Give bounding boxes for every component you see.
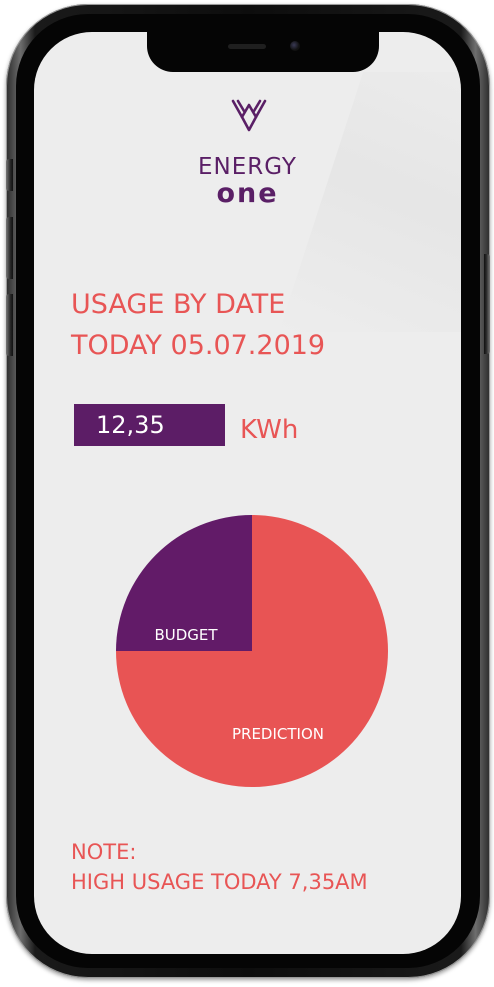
usage-date: TODAY 05.07.2019	[71, 330, 326, 361]
stage: ENERGY one USAGE BY DATE TODAY 05.07.201…	[0, 0, 494, 987]
note-label: NOTE:	[71, 840, 137, 864]
earpiece-speaker	[228, 44, 266, 49]
usage-unit-label: KWh	[240, 415, 299, 445]
notch	[147, 32, 379, 72]
energy-one-logo-icon	[231, 99, 267, 132]
pie-label-budget: BUDGET	[154, 626, 218, 644]
silent-switch	[6, 159, 13, 191]
usage-heading: USAGE BY DATE	[71, 289, 286, 320]
brand-name-bottom: one	[216, 178, 279, 209]
pie-label-prediction: PREDICTION	[232, 725, 324, 743]
volume-down-button	[6, 294, 13, 356]
power-button	[484, 254, 490, 354]
note-text: HIGH USAGE TODAY 7,35AM	[71, 870, 368, 894]
volume-up-button	[6, 217, 13, 279]
app-screen: ENERGY one USAGE BY DATE TODAY 05.07.201…	[34, 32, 461, 954]
usage-pie-chart: BUDGET PREDICTION	[116, 515, 388, 787]
brand-name-top: ENERGY	[198, 154, 297, 180]
usage-value-field[interactable]: 12,35	[74, 404, 225, 446]
front-camera-icon	[290, 41, 300, 51]
